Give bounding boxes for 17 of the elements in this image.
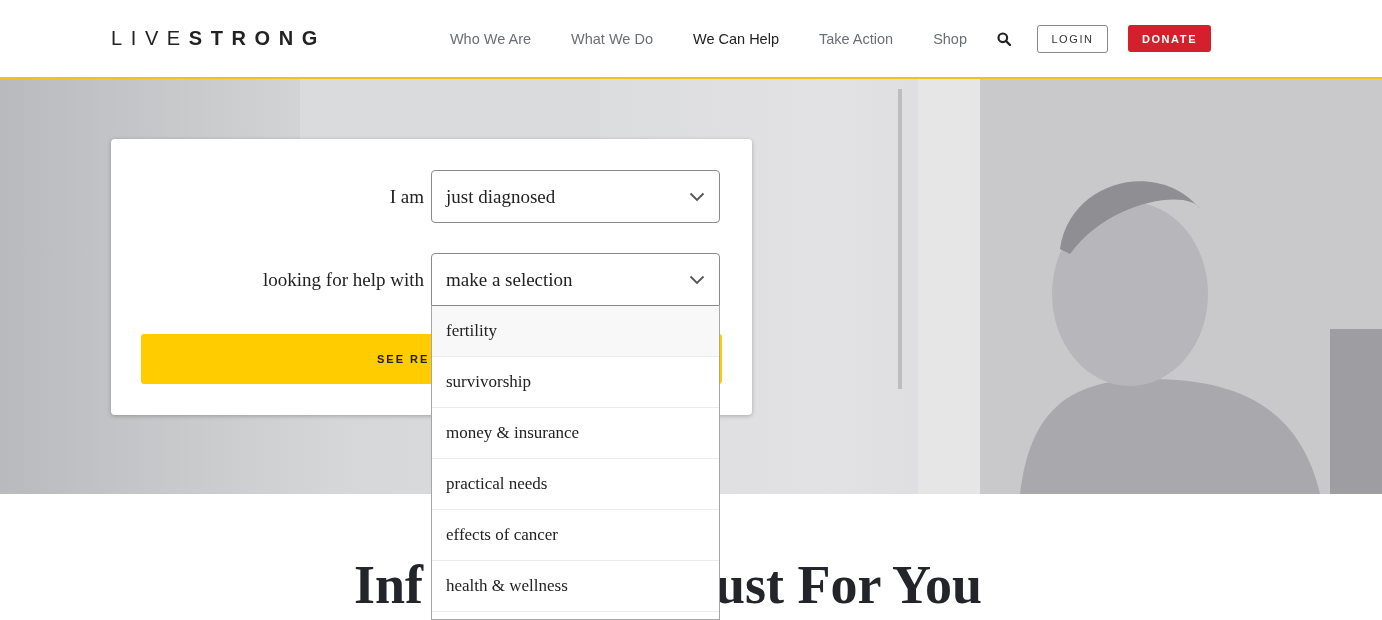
login-button[interactable]: LOGIN: [1037, 24, 1108, 53]
nav-link[interactable]: Shop: [933, 30, 967, 47]
field-label: looking for help with: [263, 268, 424, 291]
logo[interactable]: LIVE STRONG: [111, 27, 326, 50]
select-field[interactable]: make a selection: [431, 253, 720, 306]
search-icon[interactable]: [997, 31, 1011, 46]
nav-link[interactable]: Who We Are: [449, 30, 532, 47]
dropdown-option[interactable]: fertility: [432, 306, 719, 357]
nav-link[interactable]: What We Do: [571, 30, 653, 47]
heading: Inf: [354, 558, 424, 612]
chevron-down-icon: [689, 274, 705, 285]
chevron-down-icon: [689, 191, 705, 202]
select-field[interactable]: just diagnosed: [431, 170, 720, 223]
nav-link[interactable]: Take Action: [818, 30, 894, 47]
nav-link[interactable]: We Can Help: [693, 30, 779, 47]
donate-button[interactable]: DONATE: [1128, 25, 1211, 52]
field-label: I am: [389, 185, 424, 208]
